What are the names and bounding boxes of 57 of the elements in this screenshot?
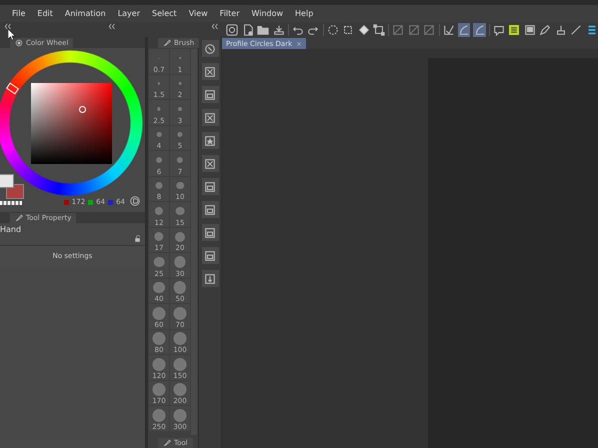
- main-color-swatch[interactable]: [0, 174, 14, 188]
- menu-item[interactable]: Edit: [31, 9, 59, 18]
- search-button[interactable]: [202, 40, 218, 57]
- tool-name: Hand: [0, 224, 22, 234]
- menu-item[interactable]: Select: [146, 9, 183, 18]
- folder-button[interactable]: [202, 86, 218, 103]
- menu-item[interactable]: Animation: [58, 9, 112, 18]
- folder-button[interactable]: [202, 178, 218, 195]
- transparent-swatch[interactable]: [0, 201, 22, 205]
- hue-handle[interactable]: [6, 82, 20, 95]
- mouse-pointer-icon: [8, 29, 15, 40]
- channel-swatch-icon: [88, 200, 94, 204]
- brush-icon: [163, 439, 171, 447]
- ruler-button[interactable]: [473, 22, 486, 36]
- menu-item[interactable]: Filter: [214, 9, 246, 18]
- pen-button[interactable]: [539, 22, 552, 36]
- brush-icon: [163, 39, 171, 47]
- channel-swatch-icon: [108, 200, 114, 204]
- line-button[interactable]: [570, 22, 583, 36]
- folder-x-button[interactable]: [202, 155, 218, 172]
- mode-circle-icon[interactable]: [130, 196, 140, 206]
- brush-icon: [15, 214, 23, 222]
- ruler-button[interactable]: [458, 22, 470, 36]
- menu-item[interactable]: Window: [245, 9, 290, 18]
- app-logo-button[interactable]: [226, 22, 238, 36]
- folder-x-button[interactable]: [202, 63, 218, 80]
- target-icon: [15, 39, 23, 47]
- folder-star-button[interactable]: [202, 132, 218, 149]
- square-button[interactable]: [392, 22, 405, 36]
- folder-button[interactable]: [202, 247, 218, 264]
- close-icon[interactable]: [296, 40, 302, 46]
- menu-item[interactable]: Help: [289, 9, 320, 18]
- layers-button[interactable]: [508, 22, 521, 36]
- folder-button[interactable]: [202, 224, 218, 241]
- stamp-button[interactable]: [554, 22, 568, 36]
- folder-button[interactable]: [202, 201, 218, 218]
- stripes-button[interactable]: [586, 22, 598, 36]
- new-file-button[interactable]: [242, 22, 254, 36]
- menu-item[interactable]: View: [182, 9, 214, 18]
- color-picker-handle[interactable]: [79, 106, 86, 113]
- collapse-arrow-icon[interactable]: [4, 22, 13, 31]
- menu-item[interactable]: Layer: [112, 9, 146, 18]
- collapse-arrow-icon[interactable]: [108, 22, 116, 31]
- channel-swatch-icon: [64, 200, 69, 204]
- transform-box-button[interactable]: [372, 22, 386, 36]
- folder-arrow-button[interactable]: [202, 270, 218, 287]
- folder-x-button[interactable]: [202, 109, 218, 126]
- scrollbar[interactable]: [191, 49, 197, 435]
- square-button[interactable]: [408, 22, 420, 36]
- menu-item[interactable]: File: [6, 9, 32, 18]
- square-button[interactable]: [423, 22, 436, 36]
- saturation-square[interactable]: [31, 83, 112, 164]
- download-button[interactable]: [272, 22, 285, 36]
- collapse-arrow-icon[interactable]: [211, 22, 220, 31]
- padlock-icon[interactable]: [134, 235, 141, 242]
- angle-check-button[interactable]: [442, 22, 455, 36]
- dotted-circle-button[interactable]: [326, 22, 339, 36]
